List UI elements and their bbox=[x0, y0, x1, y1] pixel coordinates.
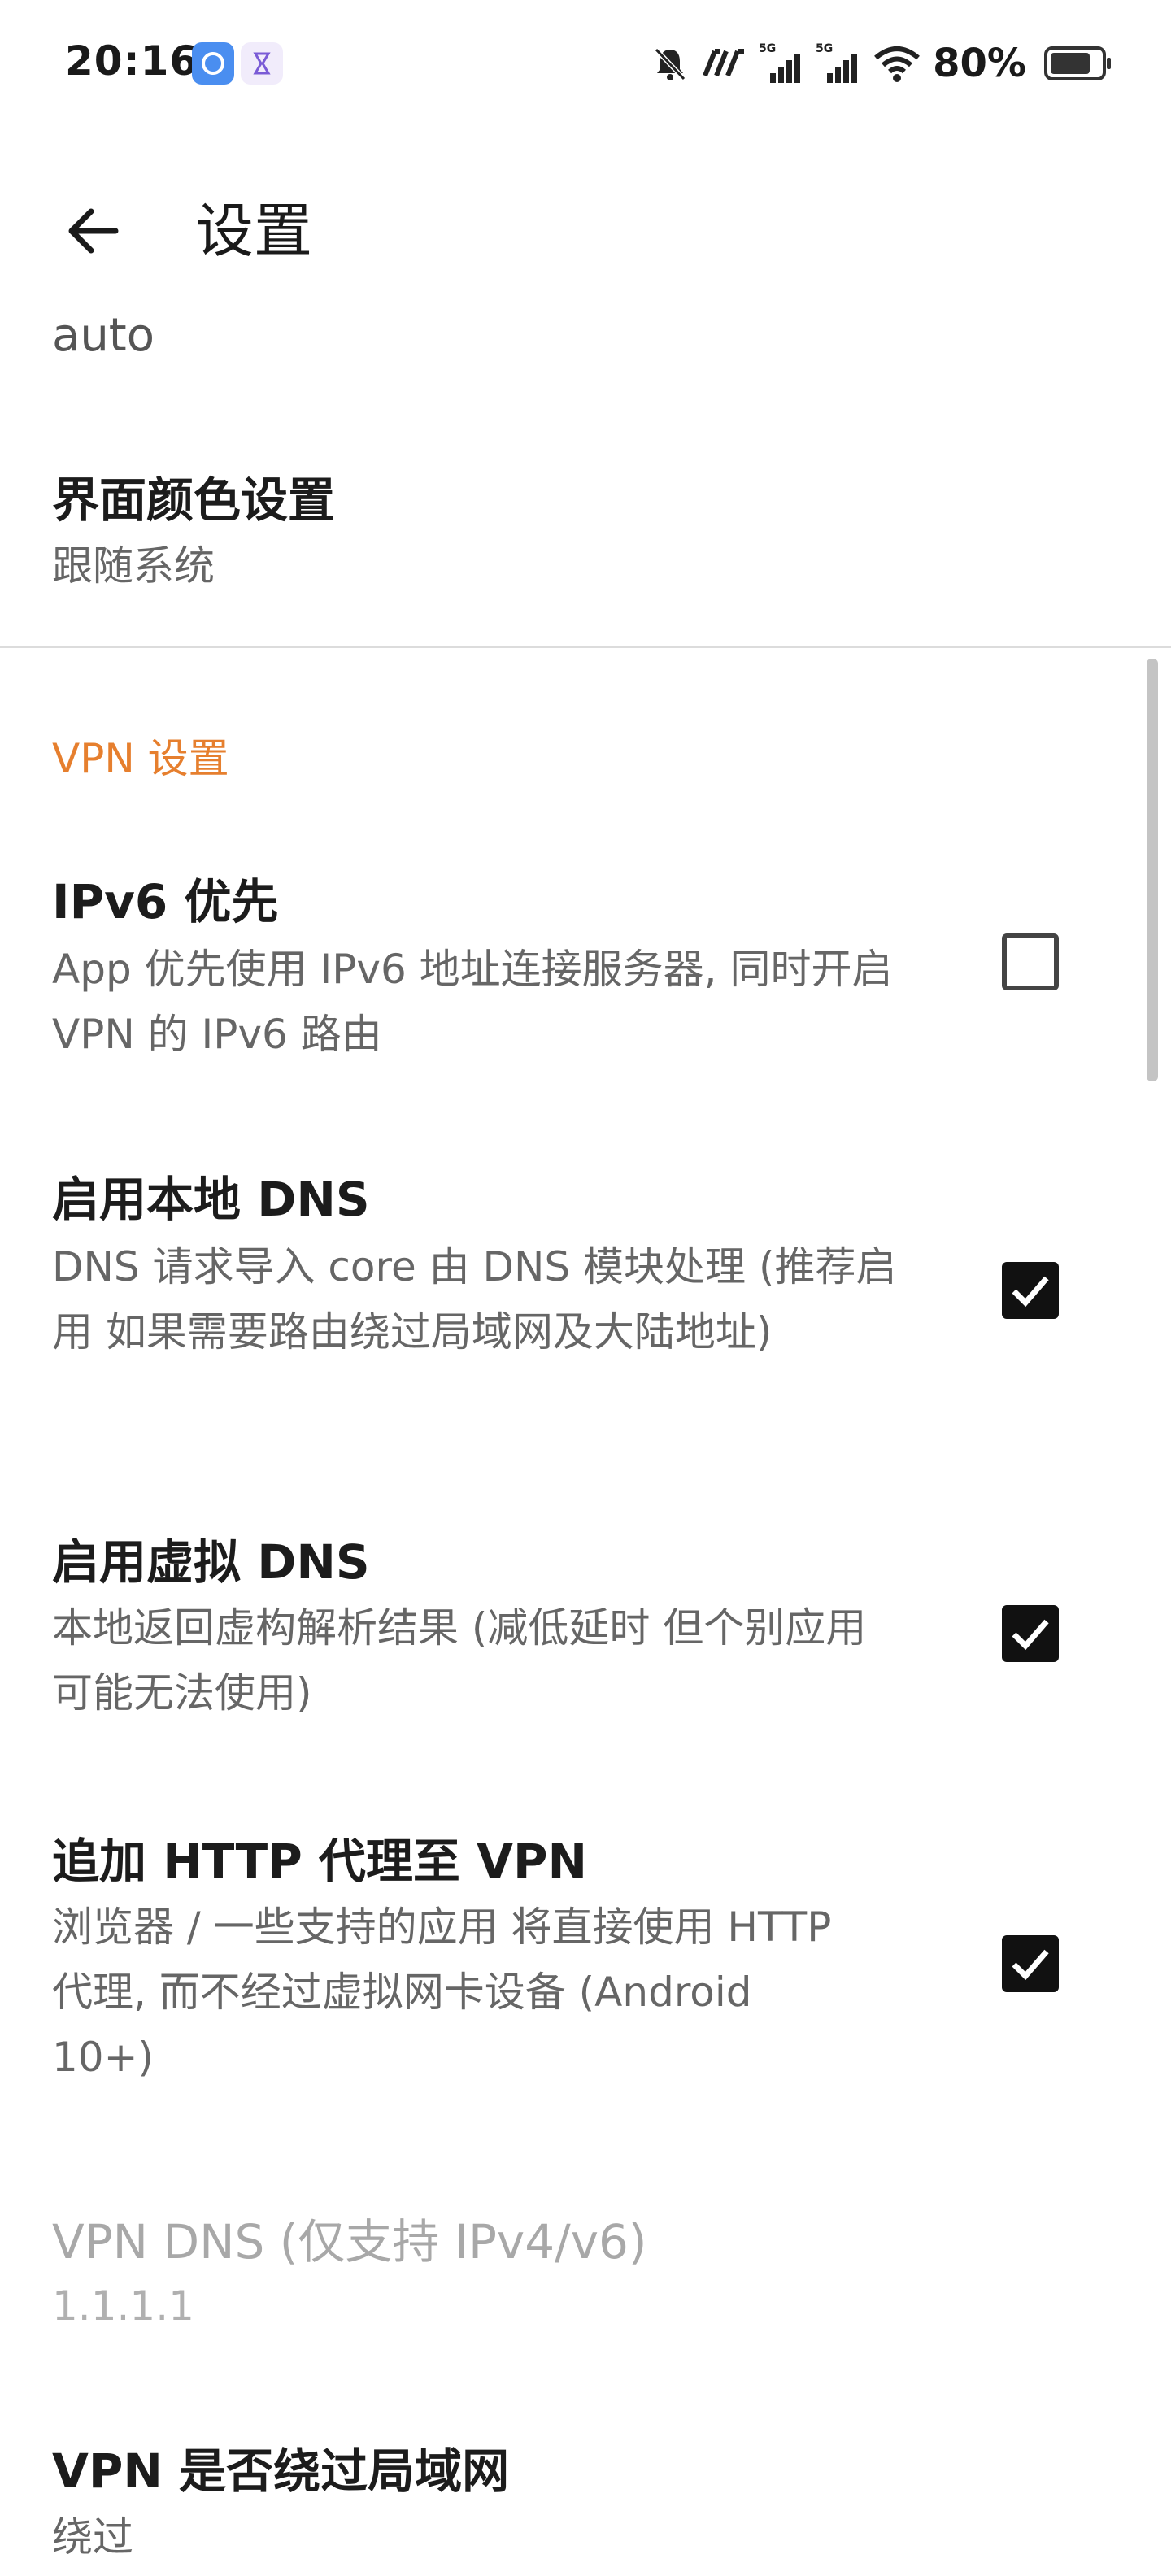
http-proxy-checkbox[interactable] bbox=[1002, 1935, 1059, 1992]
setting-title: VPN DNS (仅支持 IPv4/v6) bbox=[52, 2214, 647, 2269]
signal-5g-icon: 5G bbox=[759, 42, 801, 83]
app-blue-icon bbox=[192, 42, 234, 85]
battery-percent: 80% bbox=[933, 41, 1026, 86]
setting-title: IPv6 优先 bbox=[52, 874, 279, 929]
setting-title: VPN 是否绕过局域网 bbox=[52, 2443, 510, 2499]
setting-title: 启用本地 DNS bbox=[52, 1172, 370, 1227]
status-icons: 5G 5G 80% bbox=[650, 37, 1111, 89]
local-dns-checkbox[interactable] bbox=[1002, 1262, 1059, 1319]
setting-vpn-bypass-lan[interactable]: VPN 是否绕过局域网 绕过 bbox=[0, 2436, 1171, 2576]
check-icon bbox=[1012, 1619, 1049, 1651]
setting-vpn-dns: VPN DNS (仅支持 IPv4/v6) 1.1.1.1 bbox=[0, 2207, 1171, 2353]
setting-ipv6-priority[interactable]: IPv6 优先 App 优先使用 IPv6 地址连接服务器, 同时开启 VPN … bbox=[0, 862, 1171, 1090]
setting-theme[interactable]: 界面颜色设置 跟随系统 bbox=[0, 455, 1171, 618]
signal-5g-icon: 5G bbox=[816, 42, 858, 83]
check-icon bbox=[1012, 1276, 1049, 1308]
setting-append-http-proxy[interactable]: 追加 HTTP 代理至 VPN 浏览器 / 一些支持的应用 将直接使用 HTTP… bbox=[0, 1825, 1171, 2101]
setting-summary: App 优先使用 IPv6 地址连接服务器, 同时开启 VPN 的 IPv6 路… bbox=[52, 946, 893, 1058]
battery-icon bbox=[1044, 46, 1111, 80]
setting-summary: DNS 请求导入 core 由 DNS 模块处理 (推荐启用 如果需要路由绕过局… bbox=[52, 1243, 897, 1355]
battery-level bbox=[1051, 53, 1090, 74]
svg-text:5G: 5G bbox=[816, 42, 833, 55]
check-icon bbox=[1012, 1949, 1049, 1981]
fake-dns-checkbox[interactable] bbox=[1002, 1605, 1059, 1662]
hourglass-icon bbox=[241, 42, 283, 85]
status-time: 20:16 bbox=[65, 37, 199, 85]
mute-bell-icon bbox=[654, 47, 686, 81]
setting-title: 界面颜色设置 bbox=[52, 472, 336, 528]
setting-title: 启用虚拟 DNS bbox=[52, 1534, 370, 1590]
setting-local-dns[interactable]: 启用本地 DNS DNS 请求导入 core 由 DNS 模块处理 (推荐启用 … bbox=[0, 1161, 1171, 1438]
svg-text:5G: 5G bbox=[759, 42, 776, 55]
setting-summary: 本地返回虚构解析结果 (减低延时 但个别应用可能无法使用) bbox=[52, 1604, 867, 1717]
wifi-icon bbox=[874, 46, 921, 82]
section-header-vpn: VPN 设置 bbox=[52, 735, 229, 782]
setting-summary: 浏览器 / 一些支持的应用 将直接使用 HTTP 代理, 而不经过虚拟网卡设备 … bbox=[52, 1904, 832, 2081]
setting-fake-dns[interactable]: 启用虚拟 DNS 本地返回虚构解析结果 (减低延时 但个别应用可能无法使用) bbox=[0, 1525, 1171, 1737]
arrow-left-icon bbox=[68, 208, 119, 254]
previous-setting-summary: auto bbox=[52, 309, 155, 362]
setting-summary: 1.1.1.1 bbox=[52, 2282, 194, 2330]
setting-title: 追加 HTTP 代理至 VPN bbox=[52, 1834, 588, 1889]
setting-summary: 跟随系统 bbox=[52, 542, 215, 590]
page-title: 设置 bbox=[195, 197, 313, 265]
section-divider bbox=[0, 646, 1171, 648]
setting-summary: 绕过 bbox=[52, 2513, 133, 2561]
back-button[interactable] bbox=[54, 192, 132, 270]
nfc-icon bbox=[703, 49, 745, 77]
ipv6-checkbox[interactable] bbox=[1002, 933, 1059, 990]
